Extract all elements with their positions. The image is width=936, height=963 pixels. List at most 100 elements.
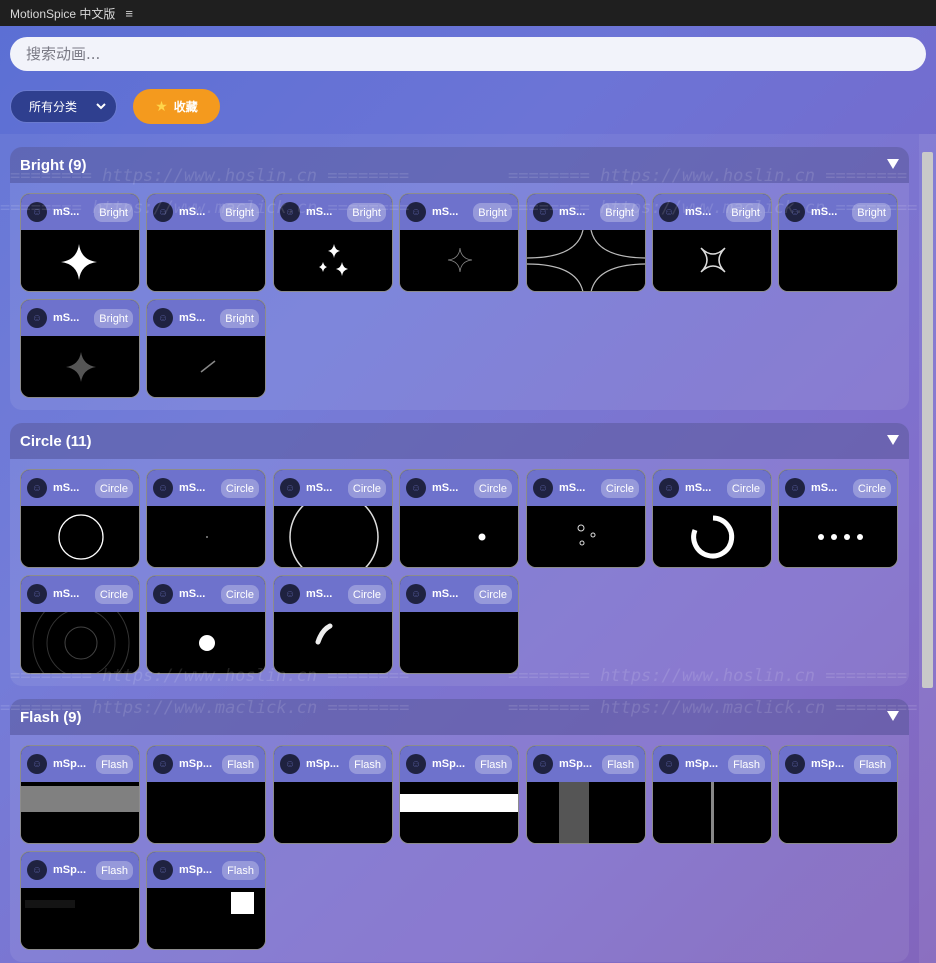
avatar-icon: ☺ (27, 584, 47, 604)
card-header: ☺ mS... Bright (779, 194, 897, 230)
star-icon: ★ (155, 98, 168, 115)
animation-preview (527, 506, 645, 567)
animation-name: mS... (559, 206, 586, 218)
animation-card[interactable]: ☺ mS... Bright (146, 193, 266, 292)
animation-card[interactable]: ☺ mS... Circle (652, 469, 772, 568)
animation-card[interactable]: ☺ mS... Circle (399, 469, 519, 568)
card-header: ☺ mS... Circle (400, 470, 518, 506)
collapse-triangle-icon[interactable] (887, 157, 899, 172)
animation-preview (147, 506, 265, 567)
animation-preview (400, 782, 518, 843)
card-header: ☺ mSp... Flash (653, 746, 771, 782)
avatar-icon: ☺ (406, 584, 426, 604)
animation-card[interactable]: ☺ mS... Bright (652, 193, 772, 292)
animation-card[interactable]: ☺ mS... Circle (273, 575, 393, 674)
category-section-bright: Bright (9) ☺ mS... Bright ☺ mS... Bright ☺ mS... B… (10, 147, 909, 410)
favorites-button[interactable]: ★ 收藏 (133, 89, 220, 124)
category-tag: Circle (347, 479, 386, 498)
animation-preview (147, 782, 265, 843)
collapse-triangle-icon[interactable] (887, 433, 899, 448)
animation-card[interactable]: ☺ mSp... Flash (146, 745, 266, 844)
category-tag: Circle (94, 585, 133, 604)
animation-name: mSp... (53, 758, 87, 770)
section-header[interactable]: Bright (9) (10, 147, 909, 183)
animation-card[interactable]: ☺ mS... Circle (146, 575, 266, 674)
card-header: ☺ mS... Circle (527, 470, 645, 506)
animation-card[interactable]: ☺ mSp... Flash (652, 745, 772, 844)
animation-card[interactable]: ☺ mSp... Flash (20, 745, 140, 844)
scrollbar-thumb[interactable] (922, 152, 933, 688)
animation-name: mS... (811, 206, 838, 218)
animation-preview (274, 230, 392, 291)
category-tag: Bright (220, 309, 259, 328)
avatar-icon: ☺ (785, 754, 805, 774)
category-select[interactable]: 所有分类 (10, 90, 117, 123)
animation-card[interactable]: ☺ mS... Circle (20, 469, 140, 568)
avatar-icon: ☺ (406, 478, 426, 498)
animation-list[interactable]: Bright (9) ☺ mS... Bright ☺ mS... Bright ☺ mS... B… (0, 134, 919, 963)
animation-preview (147, 230, 265, 291)
animation-preview (21, 782, 139, 843)
animation-preview (21, 336, 139, 397)
category-tag: Flash (854, 755, 891, 774)
animation-name: mS... (432, 588, 459, 600)
card-header: ☺ mS... Bright (147, 300, 265, 336)
animation-name: mSp... (559, 758, 593, 770)
avatar-icon: ☺ (659, 754, 679, 774)
collapse-triangle-icon[interactable] (887, 709, 899, 724)
hamburger-menu-icon[interactable]: ≡ (125, 6, 133, 21)
category-tag: Circle (726, 479, 765, 498)
animation-card[interactable]: ☺ mSp... Flash (778, 745, 898, 844)
avatar-icon: ☺ (153, 202, 173, 222)
animation-name: mSp... (306, 758, 340, 770)
animation-card[interactable]: ☺ mSp... Flash (273, 745, 393, 844)
animation-card[interactable]: ☺ mS... Bright (778, 193, 898, 292)
animation-name: mS... (306, 206, 333, 218)
animation-name: mS... (53, 588, 80, 600)
avatar-icon: ☺ (153, 478, 173, 498)
section-header[interactable]: Flash (9) (10, 699, 909, 735)
section-count: (9) (63, 708, 82, 726)
animation-preview (147, 612, 265, 673)
animation-name: mS... (179, 588, 206, 600)
animation-card[interactable]: ☺ mS... Bright (20, 193, 140, 292)
animation-card[interactable]: ☺ mS... Circle (526, 469, 646, 568)
animation-card[interactable]: ☺ mSp... Flash (146, 851, 266, 950)
section-title: Flash (20, 708, 60, 726)
animation-preview (653, 782, 771, 843)
animation-card[interactable]: ☺ mS... Circle (778, 469, 898, 568)
animation-card[interactable]: ☺ mS... Bright (20, 299, 140, 398)
animation-card[interactable]: ☺ mS... Bright (273, 193, 393, 292)
animation-card[interactable]: ☺ mSp... Flash (399, 745, 519, 844)
animation-card[interactable]: ☺ mS... Circle (399, 575, 519, 674)
animation-name: mSp... (179, 758, 213, 770)
animation-card[interactable]: ☺ mS... Circle (146, 469, 266, 568)
search-input[interactable] (10, 37, 926, 71)
animation-card[interactable]: ☺ mSp... Flash (20, 851, 140, 950)
scrollbar[interactable] (919, 134, 936, 963)
card-header: ☺ mS... Circle (274, 576, 392, 612)
animation-preview (400, 506, 518, 567)
avatar-icon: ☺ (27, 308, 47, 328)
animation-preview (21, 594, 139, 673)
category-tag: Circle (220, 479, 259, 498)
animation-card[interactable]: ☺ mSp... Flash (526, 745, 646, 844)
section-title: Circle (20, 432, 62, 450)
animation-preview (274, 492, 392, 567)
section-header[interactable]: Circle (11) (10, 423, 909, 459)
animation-card[interactable]: ☺ mS... Bright (399, 193, 519, 292)
animation-preview (400, 230, 518, 291)
category-tag: Circle (220, 585, 259, 604)
animation-card[interactable]: ☺ mS... Bright (526, 193, 646, 292)
card-header: ☺ mSp... Flash (21, 852, 139, 888)
animation-card[interactable]: ☺ mS... Circle (273, 469, 393, 568)
card-header: ☺ mSp... Flash (274, 746, 392, 782)
card-header: ☺ mS... Bright (21, 194, 139, 230)
animation-card[interactable]: ☺ mS... Bright (146, 299, 266, 398)
animation-card[interactable]: ☺ mS... Circle (20, 575, 140, 674)
animation-preview (21, 506, 139, 567)
avatar-icon: ☺ (27, 860, 47, 880)
category-tag: Circle (473, 479, 512, 498)
animation-name: mSp... (53, 864, 87, 876)
animation-preview (147, 336, 265, 397)
